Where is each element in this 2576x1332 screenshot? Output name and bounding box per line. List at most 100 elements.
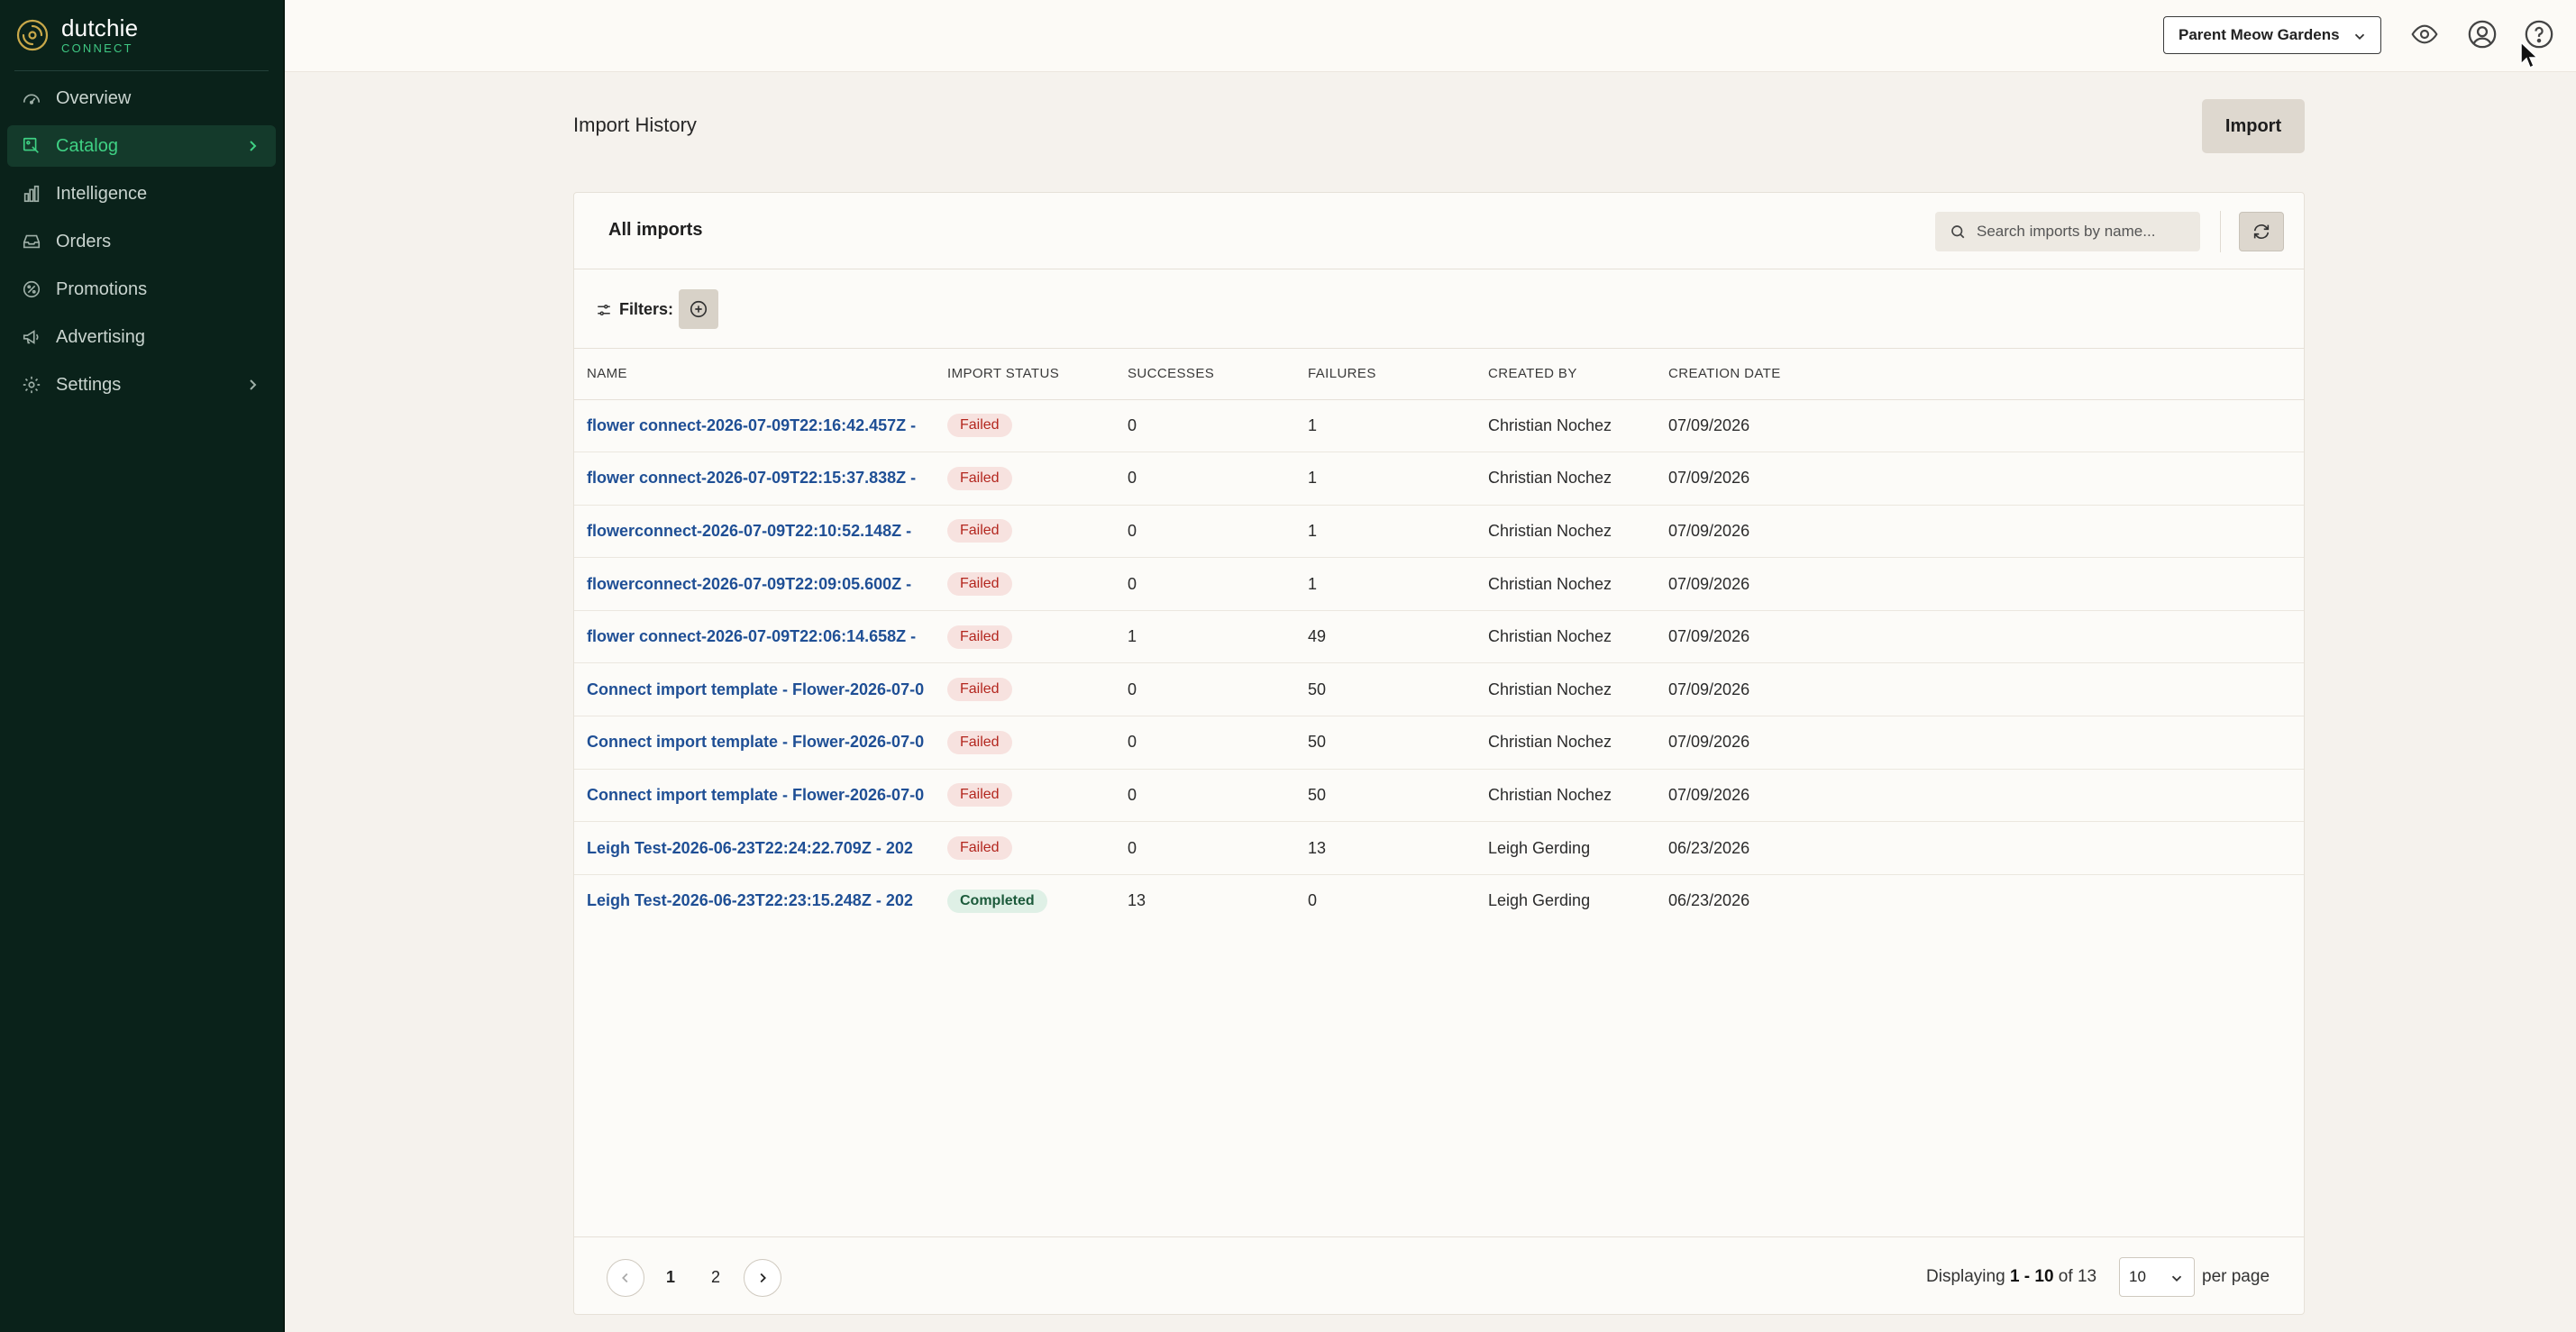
search-icon xyxy=(1951,225,1965,239)
page-number-1[interactable]: 1 xyxy=(666,1268,675,1287)
per-page-select[interactable]: 10 xyxy=(2119,1257,2195,1297)
chevron-right-icon xyxy=(760,1273,766,1283)
cell-status: Failed xyxy=(935,452,1115,506)
per-page-value: 10 xyxy=(2129,1268,2146,1285)
sidebar-item-promotions[interactable]: Promotions xyxy=(7,269,276,310)
import-name-link[interactable]: Connect import template - Flower-2026-07… xyxy=(587,733,935,752)
cell-created-by: Leigh Gerding xyxy=(1475,821,1656,875)
sidebar-item-overview[interactable]: Overview xyxy=(7,78,276,119)
cell-failures: 1 xyxy=(1295,452,1475,506)
cell-failures: 50 xyxy=(1295,716,1475,770)
cell-creation-date: 07/09/2026 xyxy=(1656,769,2304,823)
table-row[interactable]: Leigh Test-2026-06-23T22:24:22.709Z - 20… xyxy=(574,821,2304,875)
cell-name: flower connect-2026-07-09T22:15:37.838Z … xyxy=(574,452,935,506)
previous-page-button[interactable] xyxy=(607,1259,644,1297)
table-row[interactable]: flower connect-2026-07-09T22:16:42.457Z … xyxy=(574,399,2304,453)
per-page-label: per page xyxy=(2202,1267,2270,1286)
import-name-link[interactable]: Connect import template - Flower-2026-07… xyxy=(587,786,935,805)
import-name-link[interactable]: flower connect-2026-07-09T22:06:14.658Z … xyxy=(587,627,935,646)
eye-icon[interactable] xyxy=(2408,18,2441,50)
sliders-icon xyxy=(598,304,610,315)
cell-name: flower connect-2026-07-09T22:16:42.457Z … xyxy=(574,399,935,453)
sidebar-item-label: Promotions xyxy=(56,278,148,299)
cell-creation-date: 07/09/2026 xyxy=(1656,399,2304,453)
cell-successes: 0 xyxy=(1115,769,1295,823)
import-name-link[interactable]: flowerconnect-2026-07-09T22:09:05.600Z - xyxy=(587,575,935,594)
card-title: All imports xyxy=(608,220,703,240)
chevron-right-icon xyxy=(250,379,257,390)
cell-name: Connect import template - Flower-2026-07… xyxy=(574,662,935,717)
table-row[interactable]: Leigh Test-2026-06-23T22:23:15.248Z - 20… xyxy=(574,874,2304,927)
table-row[interactable]: flower connect-2026-07-09T22:15:37.838Z … xyxy=(574,452,2304,506)
search-input[interactable] xyxy=(1977,223,2193,241)
import-button[interactable]: Import xyxy=(2202,99,2305,153)
cell-name: flower connect-2026-07-09T22:06:14.658Z … xyxy=(574,610,935,664)
column-header-successes[interactable]: SUCCESSES xyxy=(1115,349,1295,400)
search-box[interactable] xyxy=(1935,212,2200,251)
import-name-link[interactable]: flower connect-2026-07-09T22:15:37.838Z … xyxy=(587,469,935,488)
table-row[interactable]: Connect import template - Flower-2026-07… xyxy=(574,662,2304,717)
cell-successes: 0 xyxy=(1115,399,1295,453)
column-header-created-by[interactable]: CREATED BY xyxy=(1475,349,1656,400)
cell-successes: 0 xyxy=(1115,662,1295,717)
displaying-total: 13 xyxy=(2077,1267,2097,1286)
cell-creation-date: 07/09/2026 xyxy=(1656,557,2304,611)
column-header-name[interactable]: NAME xyxy=(574,349,935,400)
status-badge: Failed xyxy=(947,572,1012,597)
refresh-button[interactable] xyxy=(2239,212,2284,251)
table-row[interactable]: flower connect-2026-07-09T22:06:14.658Z … xyxy=(574,610,2304,664)
divider xyxy=(2220,211,2221,252)
chevron-right-icon xyxy=(250,141,257,151)
import-name-link[interactable]: Leigh Test-2026-06-23T22:23:15.248Z - 20… xyxy=(587,891,935,910)
add-filter-button[interactable] xyxy=(679,289,718,329)
cell-created-by: Leigh Gerding xyxy=(1488,891,1591,910)
cell-failures: 1 xyxy=(1295,505,1475,559)
status-badge: Failed xyxy=(947,783,1012,807)
cell-successes: 1 xyxy=(1115,610,1295,664)
brand-logo[interactable]: dutchie CONNECT xyxy=(14,13,138,58)
filters-row: Filters: xyxy=(574,269,2304,349)
sidebar-item-catalog[interactable]: Catalog xyxy=(7,125,276,167)
status-badge: Failed xyxy=(947,678,1012,702)
cell-successes: 0 xyxy=(1115,452,1295,506)
percent-badge-icon xyxy=(20,278,43,301)
bar-chart-icon xyxy=(20,182,43,205)
cell-creation-date: 07/09/2026 xyxy=(1656,505,2304,559)
table-row[interactable]: Connect import template - Flower-2026-07… xyxy=(574,716,2304,770)
column-header-creation-date[interactable]: CREATION DATE xyxy=(1656,349,2304,400)
cell-name: Leigh Test-2026-06-23T22:23:15.248Z - 20… xyxy=(574,874,935,927)
import-name-link[interactable]: flower connect-2026-07-09T22:16:42.457Z … xyxy=(587,416,935,435)
import-name-link[interactable]: Connect import template - Flower-2026-07… xyxy=(587,680,935,699)
brand-sub: CONNECT xyxy=(61,41,133,55)
table-row[interactable]: Connect import template - Flower-2026-07… xyxy=(574,769,2304,823)
import-name-link[interactable]: flowerconnect-2026-07-09T22:10:52.148Z - xyxy=(587,522,935,541)
displaying-range: 1 - 10 xyxy=(2009,1267,2054,1286)
page-title: Import History xyxy=(573,114,697,136)
table-row[interactable]: flowerconnect-2026-07-09T22:09:05.600Z -… xyxy=(574,557,2304,611)
chevron-down-icon xyxy=(2171,1275,2182,1282)
filters-label: Filters: xyxy=(596,300,673,319)
cell-created-by: Christian Nochez xyxy=(1475,610,1656,664)
next-page-button[interactable] xyxy=(744,1259,781,1297)
sidebar-item-orders[interactable]: Orders xyxy=(7,221,276,262)
sidebar-nav: Overview Catalog Intelligence Orders Pro… xyxy=(7,78,276,412)
mouse-cursor-icon xyxy=(2520,41,2539,69)
cell-creation-date: 07/09/2026 xyxy=(1656,452,2304,506)
top-bar: Parent Meow Gardens xyxy=(285,0,2576,72)
sidebar-item-settings[interactable]: Settings xyxy=(7,364,276,406)
cell-failures: 0 xyxy=(1308,891,1318,910)
pagination-bar: 1 2 Displaying 1 - 10 of 13 10 per page xyxy=(574,1236,2304,1314)
column-header-import-status[interactable]: IMPORT STATUS xyxy=(935,349,1115,400)
displaying-text: Displaying 1 - 10 of 13 xyxy=(1926,1267,2096,1287)
imports-table: NAME IMPORT STATUS SUCCESSES FAILURES CR… xyxy=(574,349,2304,927)
sidebar-item-advertising[interactable]: Advertising xyxy=(7,316,276,358)
column-header-failures[interactable]: FAILURES xyxy=(1295,349,1475,400)
user-icon[interactable] xyxy=(2466,18,2498,50)
table-row[interactable]: flowerconnect-2026-07-09T22:10:52.148Z -… xyxy=(574,505,2304,559)
org-selector[interactable]: Parent Meow Gardens xyxy=(2163,16,2381,54)
cell-successes: 0 xyxy=(1115,821,1295,875)
import-name-link[interactable]: Leigh Test-2026-06-23T22:24:22.709Z - 20… xyxy=(587,839,935,858)
cell-creation-date: 07/09/2026 xyxy=(1656,662,2304,717)
sidebar-item-intelligence[interactable]: Intelligence xyxy=(7,173,276,214)
page-number-2[interactable]: 2 xyxy=(711,1268,720,1287)
